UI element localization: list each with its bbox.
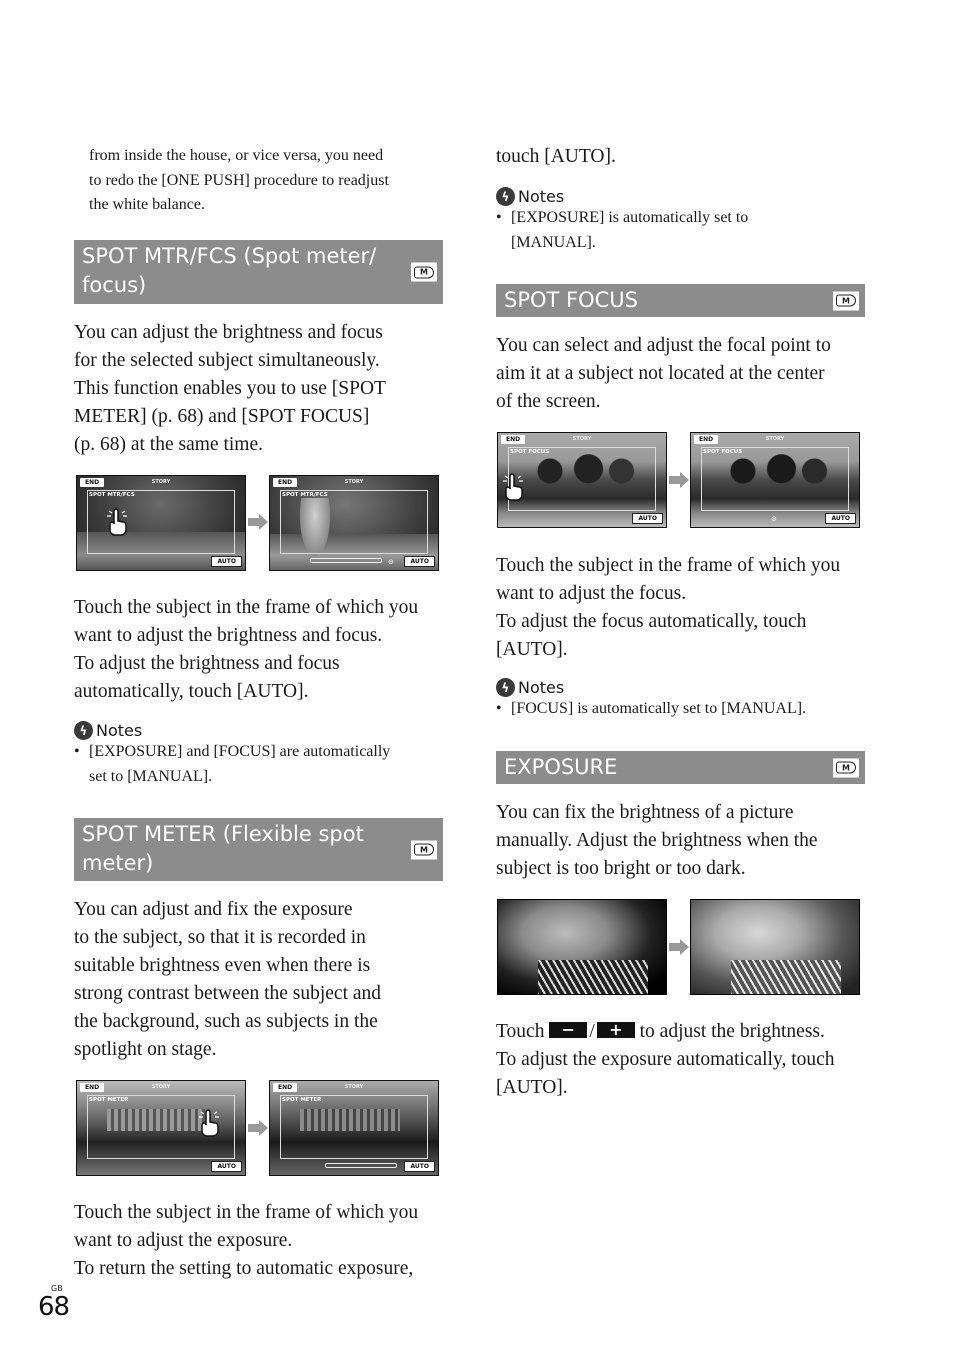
brightness-slider	[310, 558, 382, 563]
focus-indicator-icon: ⊙	[388, 558, 394, 566]
touch-hand-icon	[107, 508, 127, 536]
screenshot-spot-mtr-fcs-after: END STORY SPOT MTR/FCS ⊙ AUTO	[269, 475, 439, 571]
nest-subject	[731, 960, 841, 994]
section-title: SPOT MTR/FCS (Spot meter/ focus)	[82, 244, 377, 297]
photo-exposure-before	[497, 899, 667, 995]
touch-hand-icon	[503, 473, 523, 501]
manual-mode-icon: M	[411, 262, 437, 282]
story-label: STORY	[151, 479, 171, 485]
note-item: • [EXPOSURE] and [FOCUS] are automaticall…	[74, 743, 391, 785]
focus-indicator-icon: ⊙	[771, 515, 777, 523]
story-label: STORY	[344, 1084, 364, 1090]
spot-frame	[508, 447, 656, 511]
screenshot-spot-meter-after: END STORY SPOT METER AUTO	[269, 1080, 439, 1176]
story-label: STORY	[765, 436, 785, 442]
auto-button: AUTO	[211, 556, 242, 567]
screenshot-spot-focus-before: END STORY SPOT FOCUS AUTO	[497, 432, 667, 528]
auto-button: AUTO	[632, 513, 663, 524]
notes-lightning-icon: ϟ	[496, 187, 515, 206]
touch-hand-icon	[199, 1109, 219, 1137]
screenshot-spot-focus-after: END STORY SPOT FOCUS ⊙ AUTO	[690, 432, 860, 528]
spot-mtr-fcs-description: You can adjust the brightness and focus …	[74, 322, 386, 455]
section-header-spot-focus: SPOT FOCUS M	[496, 284, 865, 317]
notes-block-spot-meter: ϟ Notes • [EXPOSURE] is automatically set…	[496, 187, 866, 255]
manual-mode-icon: M	[833, 291, 859, 310]
story-label: STORY	[151, 1084, 171, 1090]
separator: /	[589, 1021, 595, 1042]
story-label: STORY	[572, 436, 592, 442]
brightness-slider	[325, 1163, 397, 1168]
spot-frame	[701, 447, 849, 511]
section-header-spot-meter: SPOT METER (Flexible spot meter) M	[74, 818, 443, 881]
spot-frame	[280, 490, 428, 554]
spot-mtr-fcs-instructions: Touch the subject in the frame of which …	[74, 597, 419, 702]
arrow-right-icon	[248, 514, 268, 530]
screenshot-spot-mtr-fcs-before: END STORY SPOT MTR/FCS AUTO	[76, 475, 246, 571]
frame-label: SPOT METER	[282, 1097, 322, 1103]
spot-meter-instructions: Touch the subject in the frame of which …	[74, 1202, 419, 1279]
page-number: 68	[38, 1292, 70, 1322]
notes-block-spot-focus: ϟ Notes • [FOCUS] is automatically set to…	[496, 678, 866, 722]
arrow-right-icon	[669, 472, 689, 488]
notes-heading: ϟ Notes	[74, 721, 449, 740]
note-item: • [EXPOSURE] is automatically set to [MAN…	[496, 209, 749, 251]
story-label: STORY	[344, 479, 364, 485]
section-title: EXPOSURE	[504, 755, 618, 779]
right-continuation: touch [AUTO].	[496, 146, 616, 167]
auto-button: AUTO	[404, 556, 435, 567]
nest-subject	[538, 960, 648, 994]
notes-block-spot-mtr-fcs: ϟ Notes • [EXPOSURE] and [FOCUS] are auto…	[74, 721, 449, 789]
exposure-description: You can fix the brightness of a picture …	[496, 802, 818, 879]
section-header-exposure: EXPOSURE M	[496, 751, 865, 784]
notes-lightning-icon: ϟ	[74, 721, 93, 740]
section-title: SPOT FOCUS	[504, 288, 638, 312]
notes-heading: ϟ Notes	[496, 678, 866, 697]
screenshot-spot-meter-before: END STORY SPOT METER AUTO	[76, 1080, 246, 1176]
photo-exposure-after	[690, 899, 860, 995]
spot-frame	[280, 1095, 428, 1159]
arrow-right-icon	[669, 939, 689, 955]
section-title: SPOT METER (Flexible spot meter)	[82, 822, 364, 875]
minus-button: −	[549, 1022, 588, 1038]
spot-focus-instructions: Touch the subject in the frame of which …	[496, 555, 841, 660]
manual-mode-icon: M	[411, 840, 437, 859]
frame-label: SPOT FOCUS	[510, 449, 550, 455]
plus-button: +	[596, 1022, 635, 1038]
section-header-spot-mtr-fcs: SPOT MTR/FCS (Spot meter/ focus) M	[74, 240, 443, 304]
auto-button: AUTO	[404, 1161, 435, 1172]
spot-meter-description: You can adjust and fix the exposure to t…	[74, 899, 382, 1060]
manual-mode-icon: M	[833, 758, 859, 777]
frame-label: SPOT MTR/FCS	[282, 492, 328, 498]
arrow-right-icon	[248, 1120, 268, 1136]
notes-heading: ϟ Notes	[496, 187, 866, 206]
note-item: • [FOCUS] is automatically set to [MANUAL…	[496, 700, 807, 717]
frame-label: SPOT MTR/FCS	[89, 492, 135, 498]
frame-label: SPOT FOCUS	[703, 449, 743, 455]
auto-button: AUTO	[211, 1161, 242, 1172]
notes-lightning-icon: ϟ	[496, 678, 515, 697]
auto-button: AUTO	[825, 513, 856, 524]
exposure-instructions: Touch − / + to adjust the brightness. To a…	[496, 1020, 835, 1098]
frame-label: SPOT METER	[89, 1097, 129, 1103]
spot-focus-description: You can select and adjust the focal poin…	[496, 335, 831, 412]
intro-continuation: from inside the house, or vice versa, yo…	[89, 147, 389, 213]
